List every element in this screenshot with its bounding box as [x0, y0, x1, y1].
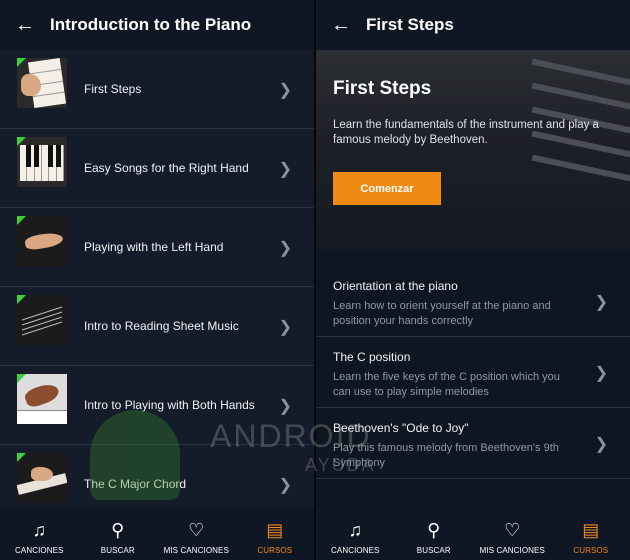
top-bar: ← Introduction to the Piano — [0, 0, 314, 50]
bottom-navigation: ♫ CANCIONES ⚲ BUSCAR ♡ MIS CANCIONES ▤ C… — [316, 508, 630, 560]
list-item[interactable]: Beethoven's "Ode to Joy" Play this famou… — [316, 408, 630, 479]
courses-icon: ▤ — [582, 520, 600, 540]
nav-item-cursos[interactable]: ▤ CURSOS — [236, 508, 315, 560]
list-item[interactable]: Intro to Reading Sheet Music ❯ — [0, 287, 314, 366]
courses-icon: ▤ — [266, 520, 284, 540]
nav-item-label: BUSCAR — [100, 546, 135, 555]
thumbnail-image — [17, 295, 67, 345]
nav-item-buscar[interactable]: ⚲ BUSCAR — [395, 508, 474, 560]
course-detail-screen: ← First Steps First Steps Learn the fund… — [316, 0, 630, 560]
chevron-right-icon: ❯ — [594, 294, 608, 311]
new-badge-icon — [17, 374, 26, 383]
course-description: Learn the fundamentals of the instrument… — [333, 119, 599, 146]
lesson-description: Learn the five keys of the C position wh… — [333, 371, 560, 398]
nav-item-label: MIS CANCIONES — [163, 546, 229, 555]
search-icon: ⚲ — [111, 520, 125, 540]
lesson-title: Orientation at the piano — [333, 279, 458, 293]
new-badge-icon — [17, 453, 26, 462]
list-item-label: Playing with the Left Hand — [84, 239, 224, 254]
course-title: First Steps — [333, 78, 432, 99]
top-bar: ← First Steps — [316, 0, 630, 50]
lesson-list: Orientation at the piano Learn how to or… — [316, 266, 630, 479]
thumbnail-image — [17, 58, 67, 108]
list-item[interactable]: Orientation at the piano Learn how to or… — [316, 266, 630, 337]
new-badge-icon — [17, 295, 26, 304]
thumbnail-image — [17, 216, 67, 266]
nav-item-label: CURSOS — [573, 546, 609, 555]
list-item-label: Intro to Playing with Both Hands — [84, 397, 255, 412]
new-badge-icon — [17, 137, 26, 146]
new-badge-icon — [17, 216, 26, 225]
heart-icon: ♡ — [504, 520, 521, 540]
thumbnail-image — [17, 374, 67, 424]
arrow-left-icon[interactable]: ← — [0, 14, 50, 37]
chevron-right-icon: ❯ — [278, 161, 292, 178]
course-list: First Steps ❯ Easy Songs for the Right H… — [0, 50, 314, 524]
list-item-label: Intro to Reading Sheet Music — [84, 318, 239, 333]
list-item[interactable]: Intro to Playing with Both Hands ❯ — [0, 366, 314, 445]
course-hero: First Steps Learn the fundamentals of th… — [316, 50, 630, 250]
nav-item-label: MIS CANCIONES — [479, 546, 545, 555]
nav-item-label: BUSCAR — [416, 546, 451, 555]
nav-item-label: CURSOS — [257, 546, 293, 555]
chevron-right-icon: ❯ — [278, 82, 292, 99]
thumbnail-image — [17, 453, 67, 503]
search-icon: ⚲ — [427, 520, 441, 540]
list-item[interactable]: The C position Learn the five keys of th… — [316, 337, 630, 408]
list-item-label: First Steps — [84, 81, 142, 96]
lesson-title: The C position — [333, 350, 411, 364]
chevron-right-icon: ❯ — [278, 398, 292, 415]
lesson-title: Beethoven's "Ode to Joy" — [333, 421, 469, 435]
chevron-right-icon: ❯ — [278, 240, 292, 257]
lesson-description: Learn how to orient yourself at the pian… — [333, 300, 551, 327]
nav-item-label: CANCIONES — [15, 546, 64, 555]
chevron-right-icon: ❯ — [594, 436, 608, 453]
page-title: Introduction to the Piano — [50, 15, 252, 34]
music-note-icon: ♫ — [348, 520, 363, 540]
start-button[interactable]: Comenzar — [333, 172, 441, 205]
nav-item-cursos[interactable]: ▤ CURSOS — [552, 508, 630, 560]
music-note-icon: ♫ — [32, 520, 47, 540]
list-item[interactable]: Playing with the Left Hand ❯ — [0, 208, 314, 287]
arrow-left-icon[interactable]: ← — [316, 14, 366, 37]
nav-item-mis-canciones[interactable]: ♡ MIS CANCIONES — [157, 508, 236, 560]
nav-item-mis-canciones[interactable]: ♡ MIS CANCIONES — [473, 508, 552, 560]
courses-list-screen: ← Introduction to the Piano First Steps … — [0, 0, 314, 560]
nav-item-canciones[interactable]: ♫ CANCIONES — [0, 508, 79, 560]
bottom-navigation: ♫ CANCIONES ⚲ BUSCAR ♡ MIS CANCIONES ▤ C… — [0, 508, 314, 560]
nav-item-label: CANCIONES — [331, 546, 380, 555]
chevron-right-icon: ❯ — [278, 477, 292, 494]
page-title: First Steps — [366, 15, 454, 34]
list-item-label: Easy Songs for the Right Hand — [84, 160, 249, 175]
list-item[interactable]: First Steps ❯ — [0, 50, 314, 129]
lesson-description: Play this famous melody from Beethoven's… — [333, 442, 559, 469]
nav-item-buscar[interactable]: ⚲ BUSCAR — [79, 508, 158, 560]
nav-item-canciones[interactable]: ♫ CANCIONES — [316, 508, 395, 560]
chevron-right-icon: ❯ — [278, 319, 292, 336]
heart-icon: ♡ — [188, 520, 205, 540]
list-item[interactable]: Easy Songs for the Right Hand ❯ — [0, 129, 314, 208]
thumbnail-image — [17, 137, 67, 187]
new-badge-icon — [17, 58, 26, 67]
chevron-right-icon: ❯ — [594, 365, 608, 382]
